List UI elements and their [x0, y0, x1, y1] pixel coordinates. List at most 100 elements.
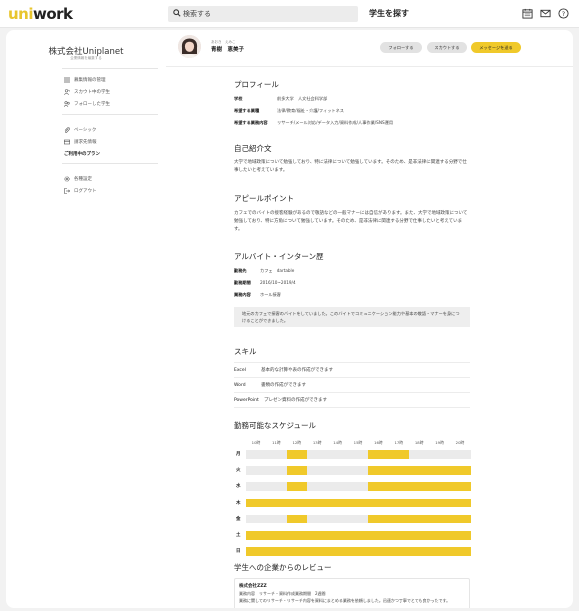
schedule-cell-available — [368, 466, 389, 475]
skill-row: Word 書類の作成ができます — [234, 383, 306, 388]
sidebar-item-postings[interactable]: 募集情報の管理 — [64, 76, 106, 84]
schedule-cell-available — [327, 547, 349, 556]
divider — [166, 66, 573, 67]
calendar-icon[interactable] — [522, 8, 533, 19]
schedule-cell-available — [266, 498, 287, 508]
schedule-cell-available — [429, 514, 451, 524]
schedule-cell-available — [409, 466, 430, 475]
schedule-cell-available — [450, 514, 471, 524]
schedule-cell-available — [286, 450, 308, 459]
follow-button[interactable]: フォローする — [380, 42, 422, 53]
schedule-cell-available — [327, 531, 349, 540]
work-row: 希望する業務内容 リサーチ/メール対応/データ入力/資料作成/人事作業/SNS運用 — [234, 120, 394, 125]
schedule-cell-available — [429, 531, 451, 540]
sidebar-item-followed[interactable]: フォローした学生 — [64, 100, 110, 108]
schedule-cell-available — [450, 531, 471, 540]
schedule-cell-available — [409, 514, 430, 524]
schedule-cell-available — [429, 482, 451, 491]
job-content-row: 業務内容 ホール接客 — [234, 292, 281, 297]
school-row: 学校 前多大学 人文社会科学部 — [234, 96, 328, 101]
schedule-cell-unavailable — [348, 466, 369, 475]
sidebar-item-logout[interactable]: ログアウト — [64, 187, 97, 195]
avatar — [178, 35, 201, 58]
schedule-cell-unavailable — [327, 466, 349, 475]
schedule-cell-available — [388, 531, 410, 540]
paperclip-icon — [64, 127, 70, 133]
schedule-cell-available — [409, 482, 430, 491]
schedule-cell-unavailable — [327, 482, 349, 491]
schedule-hour-label: 20時 — [455, 440, 465, 445]
schedule-cell-unavailable — [246, 482, 267, 491]
divider — [62, 163, 158, 164]
schedule-cell-available — [307, 498, 328, 508]
schedule-day-label: 火 — [236, 468, 241, 474]
schedule-cell-available — [246, 547, 267, 556]
schedule-hour-label: 13時 — [312, 440, 322, 445]
search-input[interactable]: 検索する — [168, 6, 358, 22]
schedule-day-label: 日 — [236, 549, 241, 555]
send-message-button[interactable]: メッセージを送る — [471, 42, 521, 53]
schedule-cell-available — [348, 498, 369, 508]
logout-icon — [64, 188, 70, 194]
schedule-cell-available — [409, 547, 430, 556]
schedule-hour-label: 18時 — [414, 440, 424, 445]
schedule-cell-unavailable — [307, 466, 328, 475]
schedule-cell-available — [368, 498, 389, 508]
schedule-cell-available — [388, 498, 410, 508]
sidebar-item-basic[interactable]: ベーシック — [64, 126, 96, 134]
sidebar-item-settings[interactable]: 各種設定 — [64, 175, 92, 183]
review-card: 株式会社ZZZ 業務内容 リサーチ・資料作成業務期間 2週間 業務に関してのリサ… — [234, 578, 470, 608]
schedule-cell-available — [368, 450, 389, 459]
schedule-cell-available — [286, 466, 308, 475]
uniwork-logo[interactable]: uniwork — [8, 5, 73, 23]
schedule-cell-available — [429, 466, 451, 475]
sidebar-item-plan[interactable]: ご利用中のプラン — [64, 150, 100, 158]
divider — [62, 114, 158, 115]
schedule-cell-available — [307, 547, 328, 556]
schedule-cell-unavailable — [327, 514, 349, 524]
search-icon — [173, 9, 181, 17]
mail-icon[interactable] — [540, 8, 551, 19]
edit-company-link[interactable]: 企業情報を編集する — [6, 56, 166, 61]
schedule-cell-available — [388, 466, 410, 475]
schedule-cell-available — [388, 482, 410, 491]
schedule-hour-label: 15時 — [353, 440, 363, 445]
review-section-title: 学生への企業からのレビュー — [234, 563, 332, 572]
schedule-cell-available — [388, 547, 410, 556]
scout-button[interactable]: スカウトする — [427, 42, 467, 53]
card-icon — [64, 139, 70, 145]
find-students-link[interactable]: 学生を探す — [369, 8, 409, 19]
schedule-cell-available — [388, 514, 410, 524]
schedule-cell-available — [368, 514, 389, 524]
list-icon — [64, 77, 70, 83]
schedule-cell-unavailable — [266, 466, 287, 475]
review-meta: 業務内容 リサーチ・資料作成業務期間 2週間 — [239, 591, 326, 596]
schedule-hour-label: 11時 — [272, 440, 281, 445]
schedule-cell-available — [286, 531, 308, 540]
schedule-cell-available — [429, 547, 451, 556]
industry-row: 希望する業種 法律/教育/福祉・介護/フィットネス — [234, 108, 344, 113]
appeal-text: カフェでのバイトの接客経験があるので敬語などの一般マナーには自信があります。また… — [234, 211, 468, 232]
schedule-cell-unavailable — [348, 482, 369, 491]
schedule-cell-unavailable — [266, 450, 287, 459]
help-icon[interactable]: ? — [558, 8, 569, 19]
schedule-hour-label: 10時 — [251, 440, 261, 445]
schedule-day-label: 土 — [236, 533, 241, 538]
schedule-cell-available — [286, 514, 308, 524]
schedule-cell-unavailable — [307, 450, 328, 459]
divider — [234, 377, 470, 378]
schedule-hour-label: 12時 — [292, 440, 302, 445]
content-card: 株式会社Uniplanet 企業情報を編集する 募集情報の管理 スカウト中の学生… — [6, 30, 573, 608]
schedule-day-label: 水 — [236, 484, 241, 490]
sidebar-item-billing[interactable]: 請求先情報 — [64, 138, 97, 146]
schedule-cell-unavailable — [450, 450, 471, 459]
schedule-cell-available — [286, 482, 308, 491]
skill-row: PowerPoint プレゼン資料の作成ができます — [234, 398, 327, 403]
schedule-cell-available — [368, 547, 389, 556]
schedule-cell-available — [286, 547, 308, 556]
schedule-cell-available — [266, 547, 287, 556]
schedule-cell-available — [368, 531, 389, 540]
student-name: 青樹 恵美子 — [211, 47, 245, 53]
sidebar-item-scouting[interactable]: スカウト中の学生 — [64, 88, 110, 96]
user-scout-icon — [64, 89, 70, 95]
